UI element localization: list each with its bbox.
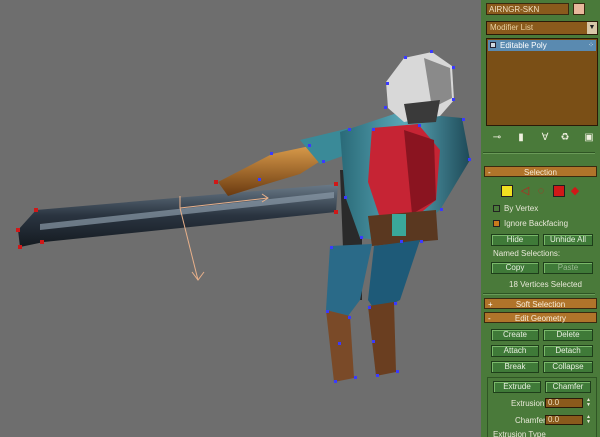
- belt-buckle: [392, 214, 406, 236]
- collapse-button[interactable]: Collapse: [543, 361, 593, 373]
- command-panel: AIRNGR-SKN Modifier List ▼ Editable Poly…: [481, 0, 600, 437]
- remove-modifier-icon[interactable]: ♻: [558, 131, 572, 145]
- stack-item-label: Editable Poly: [500, 41, 547, 50]
- character-face: [404, 100, 440, 124]
- character-left-leg: [326, 244, 372, 316]
- chamfer-button[interactable]: Chamfer: [545, 381, 591, 393]
- subobject-icon[interactable]: ⁘: [588, 40, 594, 51]
- chamfer-input[interactable]: 0.0: [545, 415, 583, 425]
- sword-blade: [18, 184, 338, 247]
- modifier-list-dropdown[interactable]: Modifier List ▼: [486, 21, 598, 35]
- viewport[interactable]: [0, 0, 481, 437]
- modifier-list-label: Modifier List: [490, 23, 534, 32]
- stack-item-editable-poly[interactable]: Editable Poly ⁘: [488, 40, 596, 51]
- extrusion-spinner-icon[interactable]: ▲ ▼: [585, 398, 592, 408]
- chevron-down-icon[interactable]: ▼: [587, 22, 597, 34]
- copy-button[interactable]: Copy: [491, 262, 539, 274]
- light-bulb-icon[interactable]: [490, 42, 496, 48]
- polygon-icon[interactable]: [553, 185, 565, 197]
- vertex-icon[interactable]: [501, 185, 513, 197]
- object-color-swatch[interactable]: [573, 3, 585, 15]
- object-name-field[interactable]: AIRNGR-SKN: [486, 3, 569, 15]
- extrusion-input[interactable]: 0.0: [545, 398, 583, 408]
- chamfer-spinner-icon[interactable]: ▲ ▼: [585, 415, 592, 425]
- scene-render[interactable]: [0, 0, 481, 437]
- unhide-all-button[interactable]: Unhide All: [543, 234, 593, 246]
- named-selections-label: Named Selections:: [493, 249, 561, 258]
- selection-rollout-header[interactable]: - Selection: [484, 166, 597, 177]
- divider: [483, 152, 595, 154]
- edge-icon[interactable]: ◁: [519, 185, 531, 197]
- border-icon[interactable]: ◌: [535, 185, 547, 197]
- break-button[interactable]: Break: [491, 361, 539, 373]
- make-unique-icon[interactable]: ∀: [538, 131, 552, 145]
- pin-icon[interactable]: ⊸: [490, 131, 504, 145]
- soft-selection-rollout-header[interactable]: + Soft Selection: [484, 298, 597, 309]
- selection-status: 18 Vertices Selected: [509, 280, 582, 289]
- chamfer-label: Chamfer: [515, 416, 546, 425]
- by-vertex-checkbox[interactable]: By Vertex: [493, 204, 538, 214]
- stack-toolbar: ⊸ ▮ ∀ ♻ ▣: [486, 130, 598, 148]
- extrusion-label: Extrusion:: [511, 399, 547, 408]
- character-left-boot: [326, 310, 354, 382]
- hide-button[interactable]: Hide: [491, 234, 539, 246]
- modifier-stack[interactable]: Editable Poly ⁘: [486, 38, 598, 126]
- extrusion-type-label: Extrusion Type: [493, 430, 546, 437]
- divider: [483, 293, 595, 295]
- delete-button[interactable]: Delete: [543, 329, 593, 341]
- create-button[interactable]: Create: [491, 329, 539, 341]
- attach-button[interactable]: Attach: [491, 345, 539, 357]
- character-right-boot: [368, 302, 396, 376]
- edit-geometry-rollout-header[interactable]: - Edit Geometry: [484, 312, 597, 323]
- element-icon[interactable]: ◆: [569, 185, 581, 197]
- configure-icon[interactable]: ▣: [582, 131, 596, 145]
- character-right-leg: [368, 240, 420, 312]
- show-end-result-icon[interactable]: ▮: [514, 131, 528, 145]
- paste-button[interactable]: Paste: [543, 262, 593, 274]
- detach-button[interactable]: Detach: [543, 345, 593, 357]
- extrude-button[interactable]: Extrude: [493, 381, 541, 393]
- ignore-backfacing-checkbox[interactable]: Ignore Backfacing: [493, 219, 568, 229]
